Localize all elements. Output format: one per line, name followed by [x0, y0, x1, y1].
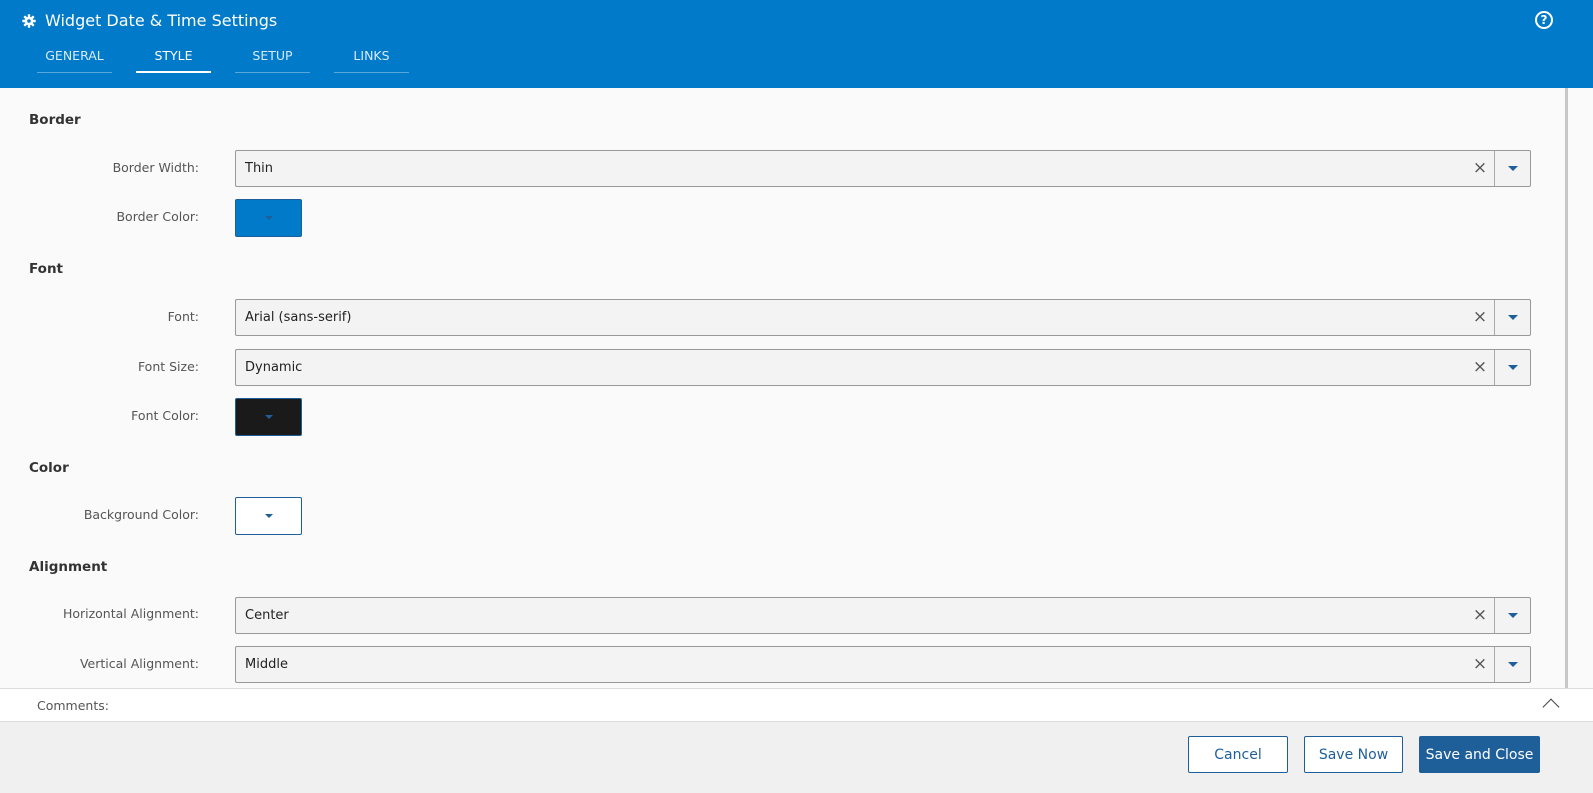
section-alignment-heading: Alignment	[29, 559, 108, 575]
clear-icon[interactable]: ×	[1470, 647, 1490, 682]
save-now-button[interactable]: Save Now	[1304, 736, 1403, 773]
title-row: Widget Date & Time Settings	[22, 11, 277, 30]
question-circle-icon[interactable]: ?	[1535, 11, 1553, 29]
scrollbar[interactable]	[1565, 88, 1568, 688]
style-panel: Border Border Width: Thin × Border Color…	[0, 88, 1565, 688]
comments-label: Comments:	[37, 698, 109, 713]
background-color-picker[interactable]	[235, 497, 302, 535]
tab-bar: GENERAL STYLE SETUP LINKS	[37, 46, 433, 73]
chevron-down-icon	[264, 415, 273, 419]
chevron-down-icon	[264, 514, 273, 518]
chevron-down-icon[interactable]	[1495, 647, 1530, 682]
section-font-heading: Font	[29, 261, 64, 277]
clear-icon[interactable]: ×	[1470, 350, 1490, 385]
clear-icon[interactable]: ×	[1470, 300, 1490, 335]
chevron-up-icon[interactable]	[1542, 698, 1560, 716]
border-width-select[interactable]: Thin ×	[235, 150, 1531, 187]
horizontal-alignment-value: Center	[245, 608, 289, 623]
dialog-header: Widget Date & Time Settings ? GENERAL ST…	[0, 0, 1593, 88]
background-color-label: Background Color:	[83, 507, 199, 522]
tab-links[interactable]: LINKS	[334, 46, 409, 73]
gear-icon	[22, 13, 36, 28]
font-color-label: Font Color:	[131, 408, 199, 423]
vertical-alignment-value: Middle	[245, 657, 288, 672]
font-label: Font:	[167, 309, 199, 324]
save-and-close-button[interactable]: Save and Close	[1419, 736, 1540, 773]
font-value: Arial (sans-serif)	[245, 310, 352, 325]
clear-icon[interactable]: ×	[1470, 598, 1490, 633]
tab-style[interactable]: STYLE	[136, 46, 211, 73]
dialog-title: Widget Date & Time Settings	[45, 11, 278, 30]
vertical-alignment-select[interactable]: Middle ×	[235, 646, 1531, 683]
clear-icon[interactable]: ×	[1470, 151, 1490, 186]
section-color-heading: Color	[29, 460, 69, 476]
font-size-label: Font Size:	[137, 359, 199, 374]
tab-general[interactable]: GENERAL	[37, 46, 112, 73]
font-select[interactable]: Arial (sans-serif) ×	[235, 299, 1531, 336]
chevron-down-icon[interactable]	[1495, 151, 1530, 186]
chevron-down-icon	[264, 216, 273, 220]
border-width-label: Border Width:	[112, 160, 199, 175]
border-color-picker[interactable]	[235, 199, 302, 237]
dialog-footer: Cancel Save Now Save and Close	[0, 722, 1593, 793]
font-color-picker[interactable]	[235, 398, 302, 436]
chevron-down-icon[interactable]	[1495, 300, 1530, 335]
horizontal-alignment-select[interactable]: Center ×	[235, 597, 1531, 634]
tab-setup[interactable]: SETUP	[235, 46, 310, 73]
comments-bar[interactable]: Comments:	[0, 688, 1593, 722]
horizontal-alignment-label: Horizontal Alignment:	[62, 606, 199, 621]
cancel-button[interactable]: Cancel	[1188, 736, 1288, 773]
section-border-heading: Border	[29, 112, 81, 128]
border-width-value: Thin	[245, 161, 274, 176]
font-size-select[interactable]: Dynamic ×	[235, 349, 1531, 386]
chevron-down-icon[interactable]	[1495, 350, 1530, 385]
vertical-alignment-label: Vertical Alignment:	[79, 656, 199, 671]
font-size-value: Dynamic	[245, 360, 303, 375]
border-color-label: Border Color:	[116, 209, 199, 224]
chevron-down-icon[interactable]	[1495, 598, 1530, 633]
